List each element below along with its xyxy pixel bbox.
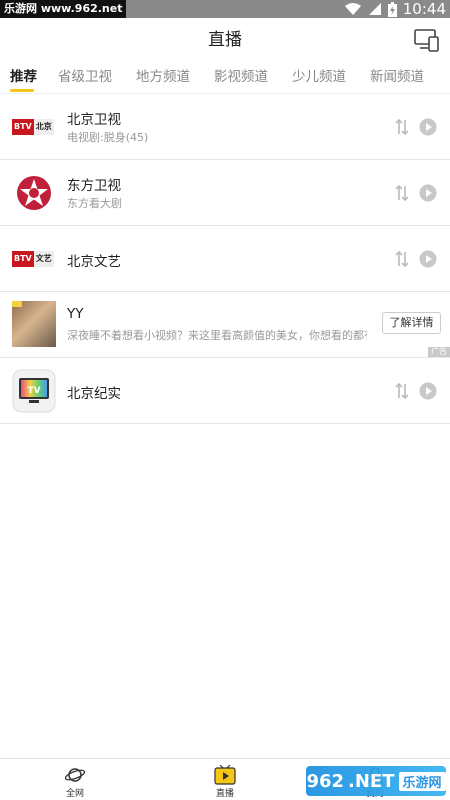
signal-icon — [368, 3, 381, 15]
nav-label: 直播 — [215, 789, 234, 799]
tab-provincial[interactable]: 省级卫视 — [46, 62, 124, 94]
switch-source-icon[interactable] — [394, 382, 410, 400]
dragon-tv-logo — [17, 176, 51, 210]
play-icon[interactable] — [419, 184, 437, 202]
tab-label: 推荐 — [10, 69, 37, 85]
tv-logo: TV — [12, 369, 56, 413]
channel-row[interactable]: 东方卫视 东方看大剧 — [0, 160, 450, 226]
tab-label: 省级卫视 — [58, 69, 112, 85]
planet-icon — [64, 768, 86, 782]
clock: 10:44 — [402, 0, 446, 18]
brand-number: 962 — [306, 770, 345, 792]
live-tv-icon — [214, 765, 236, 785]
status-bar: 乐游网 www.962.net 10:44 — [0, 0, 450, 18]
logo-text: BTV — [12, 119, 34, 135]
logo-text: 北京 — [33, 119, 54, 135]
active-tab-indicator — [10, 89, 34, 92]
switch-source-icon[interactable] — [394, 250, 410, 268]
channel-program: 东方看大剧 — [67, 197, 122, 210]
ad-description: 深夜睡不着想看小视频？来这里看高颜值的美女，你想看的都有 — [67, 329, 367, 342]
tab-label: 地方频道 — [136, 69, 190, 85]
nav-all[interactable]: 全网 — [0, 759, 150, 800]
switch-source-icon[interactable] — [394, 118, 410, 136]
tab-recommended[interactable]: 推荐 — [0, 62, 46, 94]
status-icons: 10:44 — [344, 0, 446, 18]
tab-label: 新闻频道 — [370, 69, 424, 85]
screen-cast-icon[interactable] — [414, 28, 440, 52]
play-icon[interactable] — [419, 250, 437, 268]
switch-source-icon[interactable] — [394, 184, 410, 202]
logo-text: 文艺 — [33, 251, 54, 267]
channel-row[interactable]: BTV 北京 北京卫视 电视剧:脱身(45) — [0, 94, 450, 160]
wifi-icon — [344, 3, 361, 15]
brand-watermark: 962 .NET 乐游网 — [306, 766, 446, 796]
page-title: 直播 — [208, 30, 242, 50]
thumbnail-badge — [12, 301, 22, 307]
tv-logo-text: TV — [27, 386, 40, 396]
ad-title: YY — [67, 306, 84, 322]
logo-text: BTV — [12, 251, 34, 267]
brand-domain: .NET — [348, 770, 395, 792]
channel-name: 东方卫视 — [67, 178, 121, 194]
channel-list: BTV 北京 北京卫视 电视剧:脱身(45) 东方卫视 东方看大剧 BTV 文艺… — [0, 94, 450, 424]
ad-row[interactable]: YY 深夜睡不着想看小视频？来这里看高颜值的美女，你想看的都有 了解详情 广告 — [0, 292, 450, 358]
app-screen: 乐游网 www.962.net 10:44 直播 推荐 省级卫视 地方频道 影视… — [0, 0, 450, 800]
btv-logo: BTV 北京 — [12, 119, 56, 135]
btv-logo: BTV 文艺 — [12, 251, 56, 267]
ad-tag: 广告 — [428, 347, 450, 357]
tab-news[interactable]: 新闻频道 — [358, 62, 436, 94]
tab-movies[interactable]: 影视频道 — [202, 62, 280, 94]
tab-kids[interactable]: 少儿频道 — [280, 62, 358, 94]
learn-more-button[interactable]: 了解详情 — [382, 312, 441, 334]
tab-local[interactable]: 地方频道 — [124, 62, 202, 94]
ad-thumbnail — [12, 301, 56, 347]
channel-row[interactable]: TV 北京纪实 — [0, 358, 450, 424]
channel-name: 北京文艺 — [67, 254, 121, 270]
tab-label: 少儿频道 — [292, 69, 346, 85]
app-header: 直播 — [0, 18, 450, 62]
play-icon[interactable] — [419, 382, 437, 400]
battery-icon — [387, 1, 397, 17]
watermark: 乐游网 www.962.net — [0, 0, 127, 18]
channel-name: 北京卫视 — [67, 112, 121, 128]
brand-name: 乐游网 — [398, 771, 446, 791]
channel-name: 北京纪实 — [67, 386, 121, 402]
category-tabs: 推荐 省级卫视 地方频道 影视频道 少儿频道 新闻频道 — [0, 62, 450, 94]
tab-label: 影视频道 — [214, 69, 268, 85]
channel-program: 电视剧:脱身(45) — [67, 131, 149, 144]
play-icon[interactable] — [419, 118, 437, 136]
nav-label: 全网 — [65, 789, 84, 799]
nav-live[interactable]: 直播 — [150, 759, 300, 800]
channel-row[interactable]: BTV 文艺 北京文艺 — [0, 226, 450, 292]
